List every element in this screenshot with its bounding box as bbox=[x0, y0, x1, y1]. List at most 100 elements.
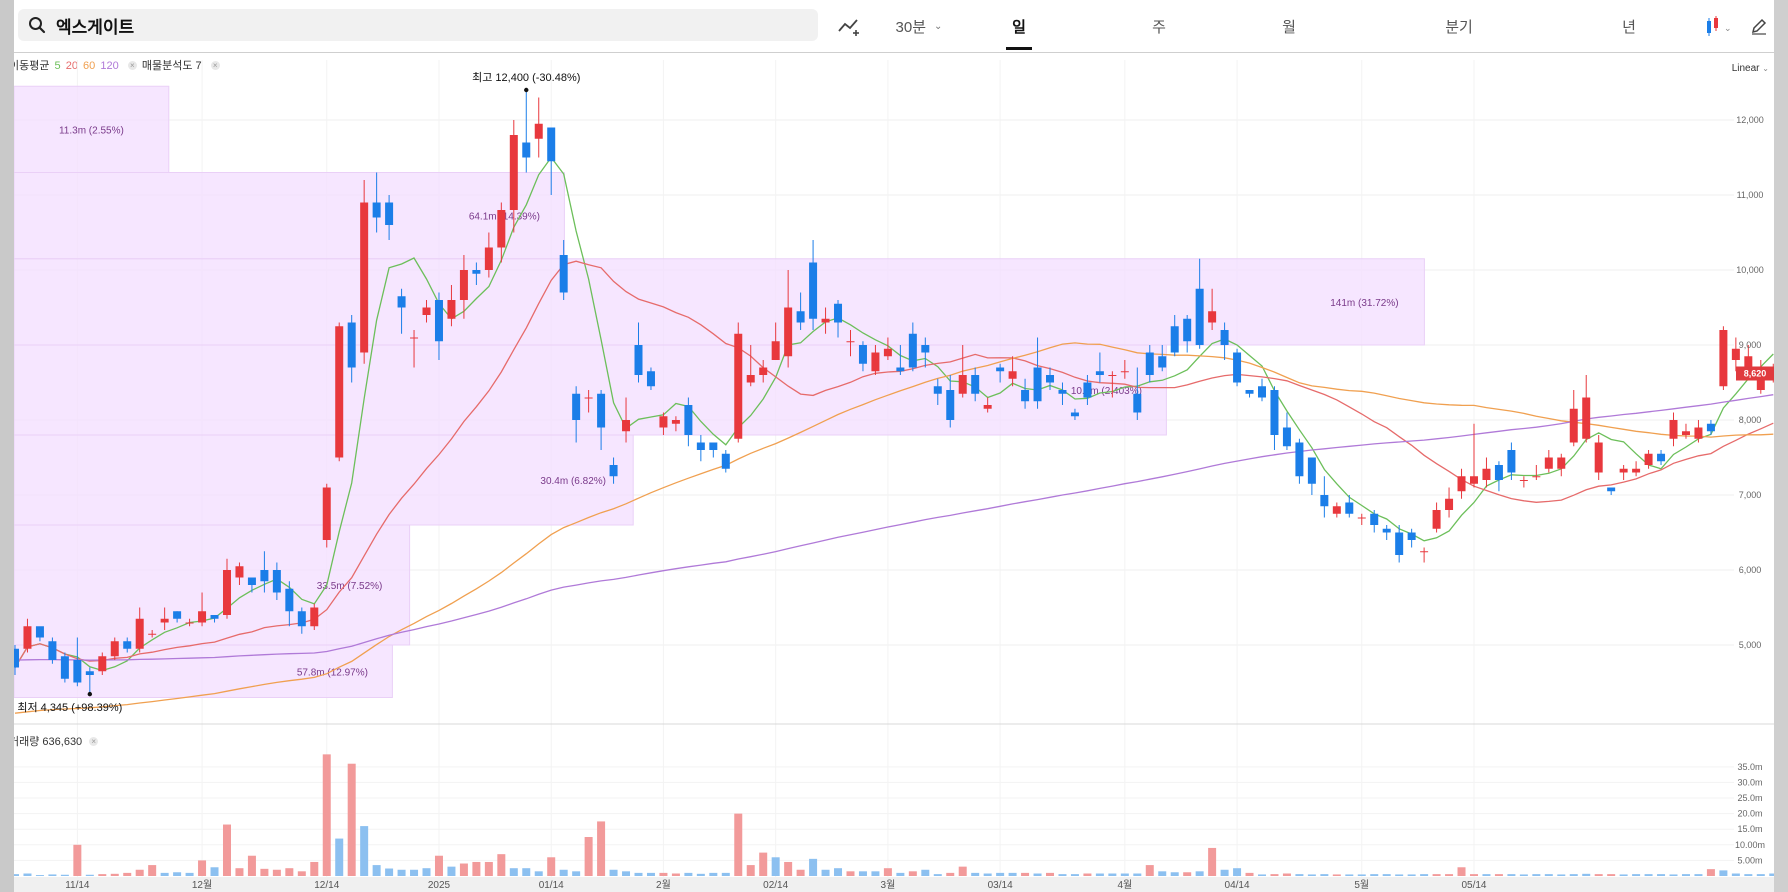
volume-bar bbox=[1357, 874, 1366, 876]
price-chart[interactable]: 57.8m (12.97%) 33.5m (7.52%) 30.4m (6.82%)… bbox=[14, 0, 1774, 892]
candle-body bbox=[372, 202, 381, 218]
volume-tick-label: 15.0m bbox=[1737, 824, 1762, 834]
ma-period-20: 20 bbox=[65, 60, 78, 72]
volume-bar bbox=[1021, 872, 1030, 876]
candle-body bbox=[572, 393, 581, 420]
scale-mode[interactable]: Linear ⌄ bbox=[1732, 63, 1769, 74]
candle-body bbox=[35, 626, 44, 638]
date-tick-label: 4월 bbox=[1117, 879, 1132, 891]
volume-bar bbox=[472, 861, 481, 876]
candle-body bbox=[1507, 450, 1516, 473]
volume-bar bbox=[310, 861, 319, 876]
chart-toolbar: 30분 ⌄ 일 주 월 분기 년 ⌄ bbox=[14, 0, 1774, 53]
candle-body bbox=[622, 420, 631, 432]
volume-bar bbox=[85, 874, 94, 876]
candle-body bbox=[198, 611, 207, 623]
volume-profile: 57.8m (12.97%) 33.5m (7.52%) 30.4m (6.82%)… bbox=[14, 85, 1425, 698]
volume-bar bbox=[98, 874, 107, 876]
date-tick-label: 2025 bbox=[428, 880, 451, 891]
candle-body bbox=[1382, 528, 1391, 533]
volume-bar bbox=[160, 872, 169, 876]
candle-body bbox=[210, 615, 219, 619]
interval-dropdown[interactable]: 30분 ⌄ bbox=[884, 0, 954, 52]
candle-type-icon[interactable]: ⌄ bbox=[1694, 0, 1744, 52]
remove-ma-icon[interactable]: × bbox=[127, 61, 137, 70]
tab-year[interactable]: 년 bbox=[1599, 0, 1659, 52]
remove-profile-icon[interactable]: × bbox=[210, 61, 220, 70]
remove-volume-icon[interactable]: × bbox=[89, 737, 99, 746]
candle-body bbox=[559, 255, 568, 293]
profile-bar bbox=[14, 524, 411, 646]
tab-week[interactable]: 주 bbox=[1129, 0, 1189, 52]
candle-body bbox=[1258, 386, 1266, 398]
candle-body bbox=[834, 303, 843, 323]
low-label: 최저 4,345 (+98.39%) bbox=[17, 701, 122, 714]
candle-body bbox=[1407, 532, 1416, 540]
volume-bar bbox=[908, 871, 917, 876]
search-input[interactable] bbox=[54, 14, 758, 36]
volume-bar bbox=[809, 858, 818, 876]
volume-bar bbox=[921, 869, 930, 876]
volume-bar bbox=[784, 861, 793, 876]
candle-body bbox=[1295, 442, 1304, 477]
volume-bar bbox=[534, 871, 543, 876]
candle-body bbox=[671, 420, 680, 424]
candle-body bbox=[1519, 480, 1528, 481]
price-tick-label: 7,000 bbox=[1739, 490, 1762, 500]
price-tick-label: 6,000 bbox=[1739, 565, 1762, 575]
volume-bar bbox=[1632, 874, 1641, 876]
volume-bar bbox=[385, 868, 394, 876]
candle-body bbox=[1756, 367, 1765, 390]
ma-period-60: 60 bbox=[83, 60, 96, 72]
candle-body bbox=[73, 660, 82, 683]
tab-month[interactable]: 월 bbox=[1259, 0, 1319, 52]
volume-bar bbox=[584, 837, 593, 876]
date-tick-label: 01/14 bbox=[539, 880, 564, 891]
indicator-icon[interactable] bbox=[830, 0, 870, 52]
volume-bar bbox=[322, 754, 331, 876]
candle-body bbox=[1582, 397, 1591, 439]
candle-body bbox=[946, 390, 955, 420]
candle-body bbox=[1594, 442, 1603, 473]
date-axis-bg bbox=[14, 877, 1774, 892]
candle-body bbox=[60, 656, 69, 679]
volume-bar bbox=[1195, 871, 1204, 876]
stock-chart-app: 30분 ⌄ 일 주 월 분기 년 ⌄ 이동평균 5 20 60 120 × 매물… bbox=[9, 0, 1774, 892]
candle-body bbox=[1332, 506, 1341, 514]
candle-body bbox=[335, 326, 344, 458]
volume-bar bbox=[1507, 874, 1516, 876]
pencil-icon[interactable] bbox=[1744, 0, 1774, 52]
current-price-label: 8,620 bbox=[1744, 369, 1767, 379]
volume-bar bbox=[971, 872, 980, 876]
candle-body bbox=[484, 247, 493, 270]
profile-label: 141m (31.72%) bbox=[1330, 298, 1398, 309]
candle-body bbox=[933, 386, 942, 394]
search-icon[interactable] bbox=[28, 16, 46, 34]
chevron-down-icon: ⌄ bbox=[934, 20, 943, 32]
candle-body bbox=[597, 393, 606, 428]
candle-body bbox=[908, 333, 917, 368]
volume-bar bbox=[23, 873, 32, 876]
candle-body bbox=[1706, 423, 1715, 432]
volume-bar bbox=[746, 865, 755, 876]
date-axis: 11/14 12월 12/14 2025 01/14 2월 02/14 3월 03/14 4월 04… bbox=[14, 877, 1774, 892]
volume-bar bbox=[1494, 874, 1503, 876]
candle-body bbox=[958, 375, 967, 394]
candle-body bbox=[85, 671, 94, 675]
candle-body bbox=[422, 307, 431, 315]
profile-bar bbox=[14, 434, 634, 526]
candle-body bbox=[297, 611, 306, 627]
volume-bar bbox=[1108, 873, 1117, 876]
volume-bar bbox=[185, 872, 194, 876]
tab-quarter[interactable]: 분기 bbox=[1424, 0, 1494, 52]
candle-body bbox=[821, 318, 830, 323]
volume-bar bbox=[1245, 872, 1254, 876]
volume-bar bbox=[1669, 874, 1678, 876]
tab-day[interactable]: 일 bbox=[989, 0, 1049, 52]
profile-label: 11.3m (2.55%) bbox=[59, 125, 124, 136]
moving-average-lines bbox=[14, 156, 1774, 714]
volume-bar bbox=[771, 857, 780, 876]
volume-bar bbox=[1220, 869, 1229, 876]
search-box[interactable] bbox=[18, 9, 818, 41]
volume-bar bbox=[1457, 867, 1466, 876]
